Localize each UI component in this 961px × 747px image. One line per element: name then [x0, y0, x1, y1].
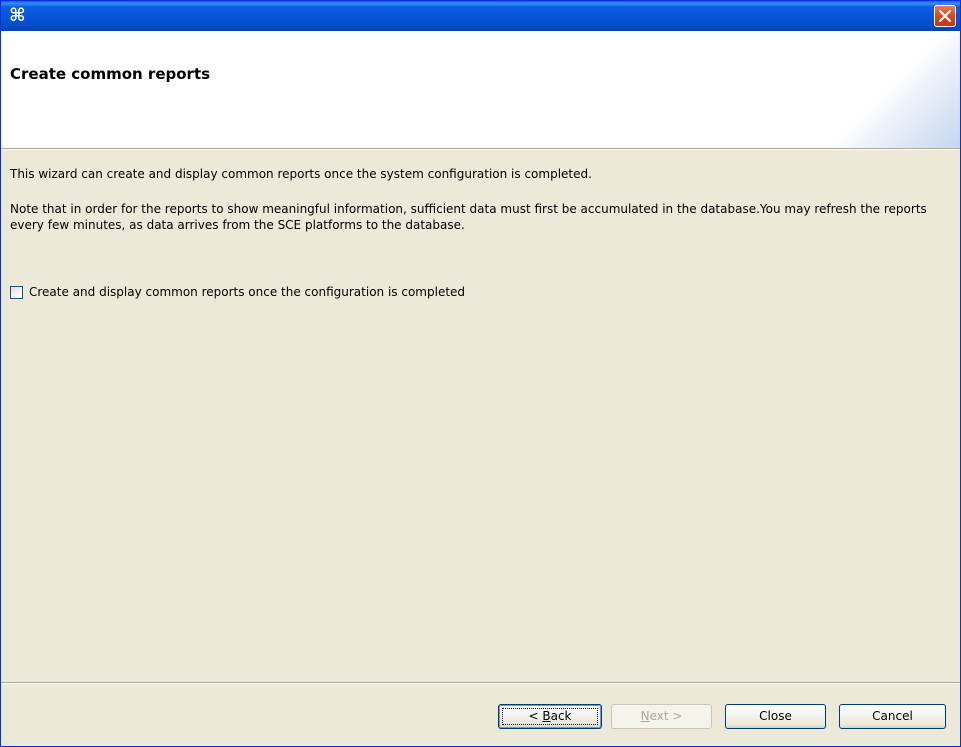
header-decoration — [830, 31, 960, 148]
close-window-button[interactable] — [934, 5, 956, 27]
wizard-dialog: ⌘ Create common reports This wizard can … — [0, 0, 961, 747]
create-reports-checkbox-label[interactable]: Create and display common reports once t… — [29, 285, 465, 299]
next-button[interactable]: Next > — [611, 704, 712, 729]
close-button[interactable]: Close — [725, 704, 826, 729]
title-bar[interactable]: ⌘ — [1, 1, 960, 31]
cancel-button[interactable]: Cancel — [839, 704, 946, 729]
note-text: Note that in order for the reports to sh… — [10, 202, 927, 232]
close-icon — [939, 10, 951, 22]
footer-separator — [1, 682, 960, 684]
app-icon: ⌘ — [9, 5, 26, 26]
create-reports-checkbox[interactable] — [10, 286, 23, 299]
header-separator — [1, 148, 960, 150]
description-text: This wizard can create and display commo… — [10, 167, 592, 181]
back-button[interactable]: < Back — [498, 704, 602, 729]
page-title: Create common reports — [10, 65, 211, 83]
wizard-header: Create common reports — [1, 31, 960, 148]
